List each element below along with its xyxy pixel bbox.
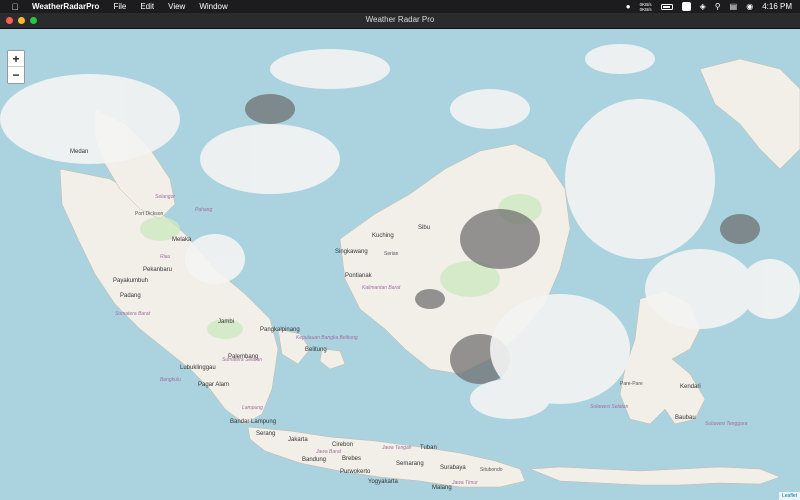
map-label: Bandung [302, 457, 327, 463]
map-label: Belitung [305, 347, 327, 353]
map-label: Pontianak [345, 273, 372, 279]
map-label: Pahang [195, 207, 213, 213]
status-area: ● 0KB/s 0KB/s ◈ ⚲ ▤ ◉ 4:16 PM [626, 0, 792, 13]
bali-lombok-land [529, 466, 781, 486]
map-label: Cirebon [332, 442, 354, 448]
window-titlebar: Weather Radar Pro [0, 13, 800, 29]
map-label: Situbondo [480, 467, 503, 473]
map-label: Bengkulu [160, 377, 181, 383]
map-label: Serang [256, 431, 276, 437]
map-attribution[interactable]: Leaflet [778, 492, 800, 500]
map-label: Singkawang [335, 249, 368, 255]
map-label: Bandar Lampung [230, 419, 277, 425]
map-label: Sulawesi Selatan [590, 404, 629, 410]
map-label: Purwokerto [340, 469, 371, 475]
map-label: Sulawesi Tenggara [705, 421, 748, 427]
app-status-icon[interactable] [681, 2, 691, 11]
map-label: Jawa Tengah [382, 445, 412, 451]
map-label: Lubuklinggau [180, 365, 216, 371]
net-down-label: 0KB/s [639, 6, 652, 12]
map-label: Pagar Alam [198, 382, 230, 388]
map-label: Pare-Pare [620, 381, 643, 387]
map-label: Lampung [242, 405, 263, 411]
map-label: Jawa Timur [452, 480, 478, 486]
map-label: Padang [120, 293, 141, 299]
menu-window[interactable]: Window [199, 2, 227, 11]
radar-map[interactable]: Padang Payakumbuh Pekanbaru Riau Jambi P… [0, 29, 800, 500]
map-label: Sibu [418, 225, 431, 231]
map-label: Jawa Barat [316, 449, 342, 455]
cat-icon[interactable]: ● [626, 2, 631, 11]
map-label: Melaka [172, 237, 192, 243]
map-label: Riau [160, 254, 171, 260]
map-label: Port Dickson [135, 211, 164, 217]
macos-menubar:  WeatherRadarPro File Edit View Window … [0, 0, 800, 13]
wifi-icon[interactable]: ◈ [700, 2, 706, 11]
map-label: Kendari [680, 384, 701, 390]
clock[interactable]: 4:16 PM [762, 2, 792, 11]
zoom-control: + − [7, 50, 25, 84]
map-label: Malang [432, 485, 452, 491]
map-canvas [0, 44, 800, 488]
apple-menu-icon[interactable]:  [10, 2, 20, 12]
map-label: Jakarta [288, 437, 308, 443]
window-title: Weather Radar Pro [365, 15, 435, 24]
search-icon[interactable]: ⚲ [715, 2, 721, 11]
map-label: Pangkalpinang [260, 327, 300, 333]
map-label: Payakumbuh [113, 278, 149, 284]
zoom-in-button[interactable]: + [8, 51, 24, 67]
menu-edit[interactable]: Edit [140, 2, 154, 11]
map-label: Selangor [155, 194, 176, 200]
network-speed[interactable]: 0KB/s 0KB/s [640, 2, 652, 12]
philippines-land [699, 58, 800, 170]
menu-file[interactable]: File [113, 2, 126, 11]
map-label: Kuching [372, 233, 394, 239]
map-label: Serian [384, 251, 399, 257]
zoom-out-button[interactable]: − [8, 67, 24, 83]
map-label: Semarang [396, 461, 424, 467]
map-label: Pekanbaru [143, 267, 173, 273]
menu-view[interactable]: View [168, 2, 185, 11]
map-label: Sumatera Barat [115, 311, 151, 317]
control-center-icon[interactable]: ▤ [730, 2, 738, 11]
map-label: Medan [70, 149, 89, 155]
java-land [247, 426, 526, 488]
app-menu[interactable]: WeatherRadarPro [32, 2, 99, 11]
map-label: Brebes [342, 456, 362, 462]
siri-icon[interactable]: ◉ [746, 2, 753, 11]
map-label: Jambi [218, 319, 235, 325]
map-label: Tuban [420, 445, 437, 451]
map-label: Surabaya [440, 465, 466, 471]
map-label: Yogyakarta [368, 479, 398, 485]
map-label: Baubau [675, 415, 696, 421]
map-label: Sumatera Selatan [222, 357, 263, 363]
battery-icon[interactable] [660, 3, 673, 10]
map-label: Kalimantan Barat [362, 285, 401, 291]
map-label: Kepulauan Bangka Belitung [296, 335, 358, 341]
